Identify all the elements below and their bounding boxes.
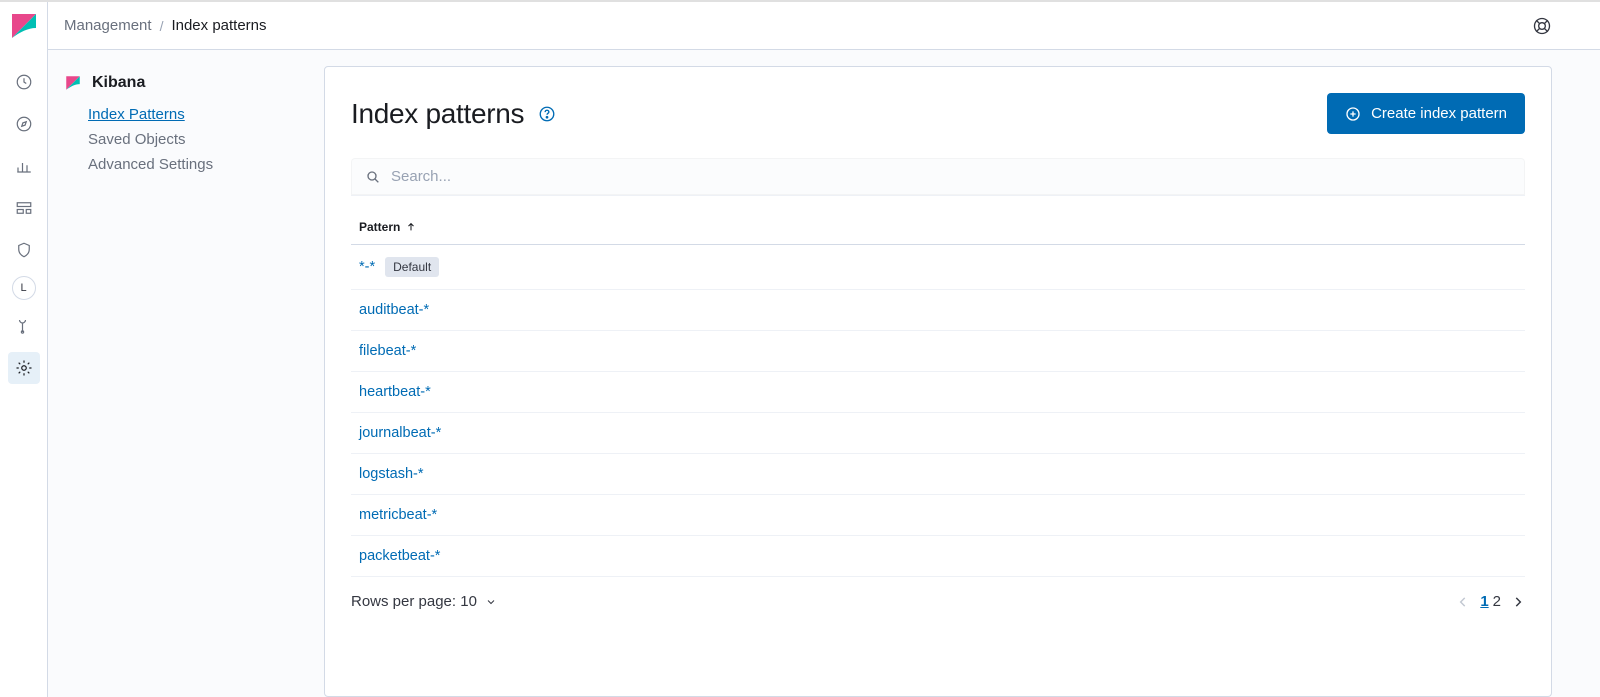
index-pattern-link[interactable]: packetbeat-* [359, 548, 440, 564]
help-icon[interactable] [538, 105, 556, 123]
default-badge: Default [385, 257, 439, 277]
table-row: metricbeat-* [351, 495, 1525, 536]
pagination: 12 [1456, 593, 1525, 610]
nav-security-icon[interactable] [8, 234, 40, 266]
main-panel: Index patterns Create index pattern [324, 66, 1552, 697]
index-pattern-link[interactable]: filebeat-* [359, 343, 416, 359]
index-pattern-link[interactable]: metricbeat-* [359, 507, 437, 523]
header-bar: Management / Index patterns [48, 2, 1600, 50]
nav-discover-icon[interactable] [8, 108, 40, 140]
table-row: packetbeat-* [351, 536, 1525, 577]
create-index-pattern-button[interactable]: Create index pattern [1327, 93, 1525, 134]
index-pattern-link[interactable]: *-* [359, 259, 375, 275]
plus-circle-icon [1345, 106, 1361, 122]
pagination-next-icon[interactable] [1511, 595, 1525, 609]
breadcrumb-current: Index patterns [171, 17, 266, 34]
search-input[interactable] [391, 168, 1511, 185]
breadcrumb-parent[interactable]: Management [64, 17, 152, 34]
page-title: Index patterns [351, 98, 524, 130]
page-number[interactable]: 2 [1491, 593, 1503, 610]
index-pattern-link[interactable]: auditbeat-* [359, 302, 429, 318]
nav-dev-tools-icon[interactable] [8, 310, 40, 342]
nav-space-avatar[interactable]: L [12, 276, 36, 300]
index-patterns-table: Pattern *-* Default auditbeat-* filebeat-* h… [351, 214, 1525, 577]
kibana-logo-icon[interactable] [8, 10, 40, 42]
rows-per-page-select[interactable]: Rows per page: 10 [351, 593, 497, 610]
nav-management-icon[interactable] [8, 352, 40, 384]
breadcrumb: Management / Index patterns [64, 17, 267, 34]
pagination-prev-icon[interactable] [1456, 595, 1470, 609]
sidebar-link-advanced-settings[interactable]: Advanced Settings [88, 156, 308, 173]
search-field[interactable] [351, 158, 1525, 196]
settings-sidebar: Kibana Index Patterns Saved Objects Advanc… [64, 66, 324, 697]
table-row: journalbeat-* [351, 413, 1525, 454]
sidebar-link-saved-objects[interactable]: Saved Objects [88, 131, 308, 148]
column-header-pattern[interactable]: Pattern [359, 220, 416, 234]
rows-per-page-label: Rows per page: 10 [351, 593, 477, 610]
page-number[interactable]: 1 [1478, 593, 1490, 610]
table-row: filebeat-* [351, 331, 1525, 372]
search-icon [365, 169, 381, 185]
kibana-logo-small-icon [64, 74, 82, 92]
column-header-label: Pattern [359, 220, 400, 234]
table-row: logstash-* [351, 454, 1525, 495]
nav-recent-icon[interactable] [8, 66, 40, 98]
nav-dashboard-icon[interactable] [8, 192, 40, 224]
nav-visualize-icon[interactable] [8, 150, 40, 182]
help-menu-icon[interactable] [1532, 16, 1552, 36]
create-button-label: Create index pattern [1371, 105, 1507, 122]
table-row: *-* Default [351, 245, 1525, 290]
nav-rail: L [0, 2, 48, 697]
chevron-down-icon [485, 596, 497, 608]
sidebar-section-title: Kibana [92, 74, 145, 92]
sort-asc-icon [406, 222, 416, 232]
table-row: heartbeat-* [351, 372, 1525, 413]
index-pattern-link[interactable]: logstash-* [359, 466, 423, 482]
breadcrumb-separator: / [160, 18, 164, 34]
nav-space-letter: L [20, 282, 26, 294]
index-pattern-link[interactable]: heartbeat-* [359, 384, 431, 400]
sidebar-link-index-patterns[interactable]: Index Patterns [88, 106, 308, 123]
index-pattern-link[interactable]: journalbeat-* [359, 425, 441, 441]
table-row: auditbeat-* [351, 290, 1525, 331]
